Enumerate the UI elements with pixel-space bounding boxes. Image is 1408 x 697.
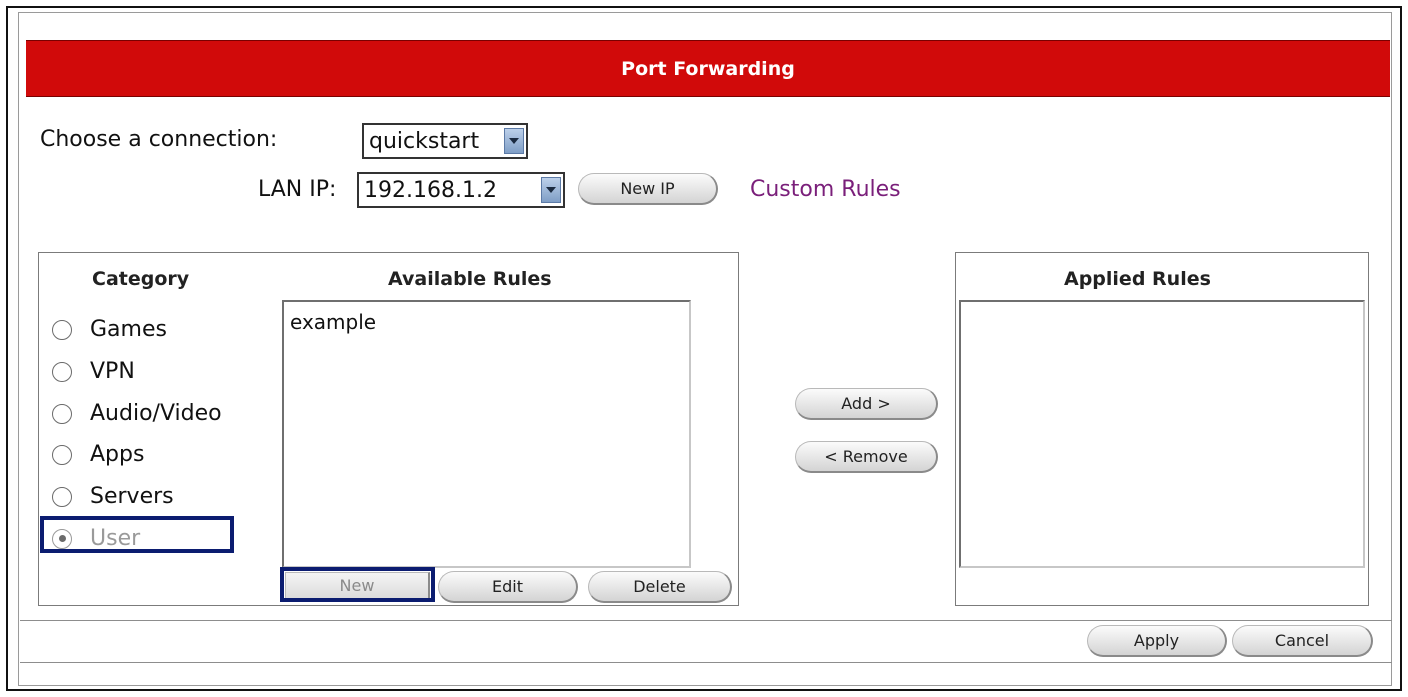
footer-divider — [20, 662, 1392, 663]
available-rules-heading: Available Rules — [388, 268, 552, 290]
new-highlight-box — [280, 567, 435, 602]
apply-button[interactable]: Apply — [1087, 625, 1227, 657]
available-rules-list[interactable]: example — [282, 300, 691, 568]
footer-divider — [20, 620, 1392, 621]
radio-icon[interactable] — [52, 361, 72, 382]
user-highlight-box — [40, 516, 234, 553]
category-heading: Category — [92, 268, 190, 290]
lan-ip-value: 192.168.1.2 — [364, 177, 497, 203]
add-button[interactable]: Add > — [795, 388, 938, 420]
category-label: Audio/Video — [90, 401, 222, 426]
custom-rules-link[interactable]: Custom Rules — [750, 177, 901, 202]
list-item[interactable]: example — [284, 302, 689, 334]
edit-button[interactable]: Edit — [438, 571, 578, 603]
lan-ip-label: LAN IP: — [258, 177, 337, 202]
radio-icon[interactable] — [52, 444, 72, 465]
applied-rules-heading: Applied Rules — [1064, 268, 1211, 290]
applied-rules-list[interactable] — [959, 300, 1365, 568]
category-apps[interactable]: Apps — [52, 442, 144, 467]
chevron-down-icon[interactable] — [541, 177, 561, 203]
delete-button[interactable]: Delete — [588, 571, 732, 603]
category-label: Apps — [90, 442, 145, 467]
new-ip-button[interactable]: New IP — [578, 173, 718, 205]
category-games[interactable]: Games — [52, 317, 167, 342]
radio-icon[interactable] — [52, 486, 72, 507]
category-label: Games — [90, 317, 167, 342]
cancel-button[interactable]: Cancel — [1232, 625, 1373, 657]
category-vpn[interactable]: VPN — [52, 359, 135, 384]
radio-icon[interactable] — [52, 319, 72, 340]
lan-ip-select[interactable]: 192.168.1.2 — [357, 172, 565, 208]
remove-button[interactable]: < Remove — [795, 441, 938, 473]
category-audio-video[interactable]: Audio/Video — [52, 401, 222, 426]
chevron-down-icon[interactable] — [504, 128, 524, 154]
radio-icon[interactable] — [52, 403, 72, 424]
page-title: Port Forwarding — [26, 40, 1390, 97]
category-servers[interactable]: Servers — [52, 484, 174, 509]
connection-select[interactable]: quickstart — [362, 123, 528, 159]
connection-label: Choose a connection: — [40, 127, 278, 152]
category-label: VPN — [90, 359, 135, 384]
category-label: Servers — [90, 484, 174, 509]
connection-value: quickstart — [369, 128, 480, 154]
